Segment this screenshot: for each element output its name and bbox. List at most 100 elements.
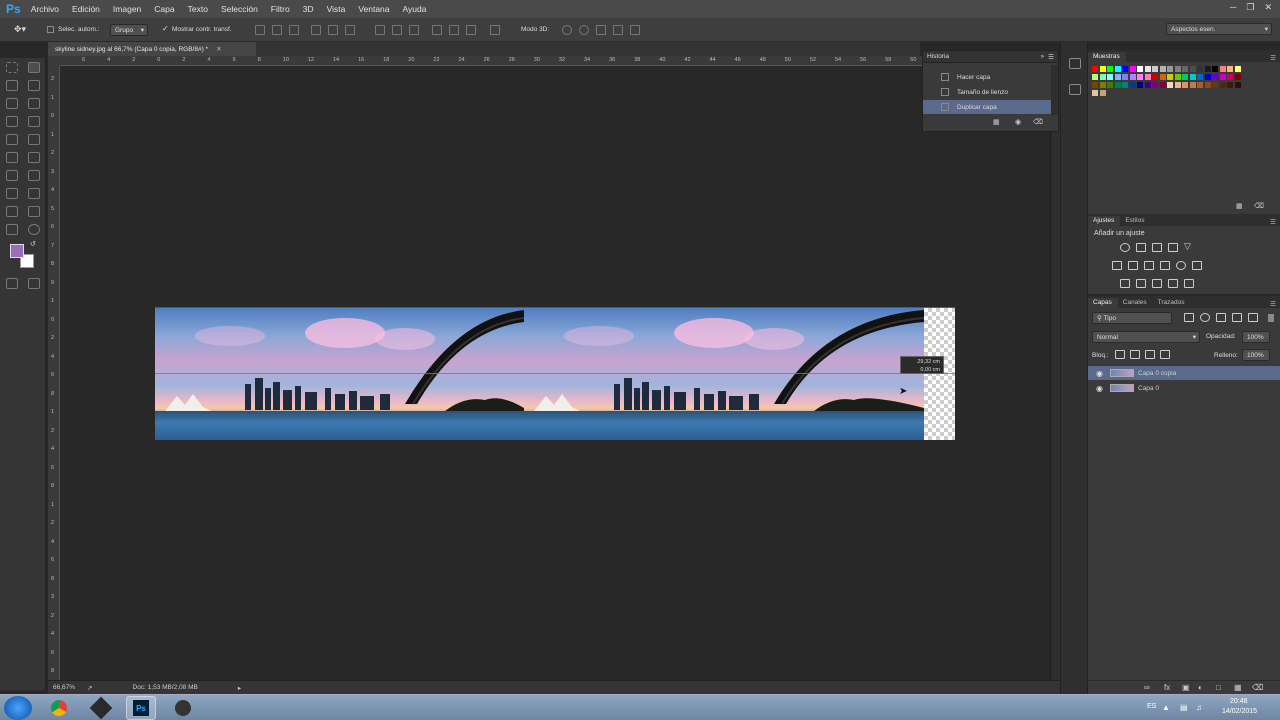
- tab-styles[interactable]: Estilos: [1120, 216, 1150, 226]
- marquee-tool-icon[interactable]: [6, 62, 18, 73]
- history-item-selected[interactable]: Duplicar capa: [923, 100, 1051, 114]
- close-tab-icon[interactable]: ✕: [216, 45, 221, 53]
- distribute-bottom-icon[interactable]: [409, 25, 419, 35]
- color-lookup-icon[interactable]: [1192, 261, 1202, 270]
- hue-saturation-icon[interactable]: [1112, 261, 1122, 270]
- color-swatch[interactable]: [1167, 66, 1173, 72]
- document-tab[interactable]: skyline sidney.jpg al 66,7% (Capa 0 copi…: [48, 42, 256, 56]
- tab-paths[interactable]: Trazados: [1153, 298, 1191, 308]
- brush-tool-icon[interactable]: [28, 116, 40, 127]
- color-swatch[interactable]: [1099, 82, 1106, 88]
- eye-icon[interactable]: ◉: [1096, 369, 1103, 378]
- swap-colors-icon[interactable]: ↺: [30, 240, 36, 248]
- tab-adjustments[interactable]: Ajustes: [1088, 216, 1121, 226]
- menu-3d[interactable]: 3D: [303, 4, 314, 14]
- color-balance-icon[interactable]: [1128, 261, 1138, 270]
- color-swatch[interactable]: [1152, 74, 1158, 80]
- panel-menu-icon[interactable]: ☰: [1048, 53, 1054, 61]
- zoom-tool-icon[interactable]: [28, 224, 40, 235]
- color-swatch[interactable]: [1114, 82, 1121, 88]
- dodge-tool-icon[interactable]: [28, 170, 40, 181]
- photoshop-taskbar-icon[interactable]: Ps: [126, 696, 156, 720]
- color-swatch[interactable]: [1107, 74, 1113, 80]
- scale-3d-icon[interactable]: [630, 25, 640, 35]
- color-swatch[interactable]: [1182, 66, 1188, 72]
- color-swatch[interactable]: [1174, 66, 1181, 72]
- levels-icon[interactable]: [1136, 243, 1146, 252]
- tab-channels[interactable]: Canales: [1118, 298, 1153, 308]
- distribute-vcenter-icon[interactable]: [392, 25, 402, 35]
- lock-transparent-icon[interactable]: [1115, 350, 1125, 359]
- new-layer-icon[interactable]: ▦: [1234, 683, 1242, 692]
- layer-row[interactable]: ◉ Capa 0: [1088, 381, 1280, 395]
- new-swatch-icon[interactable]: ▦: [1236, 202, 1243, 210]
- color-swatch[interactable]: [1234, 66, 1241, 72]
- clock-time[interactable]: 20:48: [1230, 698, 1248, 705]
- ruler-origin[interactable]: [48, 56, 60, 66]
- chrome-icon[interactable]: [44, 696, 74, 720]
- lock-position-icon[interactable]: [1145, 350, 1155, 359]
- swatch-grid[interactable]: [1088, 62, 1280, 122]
- clock-date[interactable]: 14/02/2015: [1222, 708, 1257, 715]
- color-swatch[interactable]: [1219, 74, 1226, 80]
- gradient-tool-icon[interactable]: [28, 152, 40, 163]
- color-swatch[interactable]: [1227, 82, 1233, 88]
- color-swatch[interactable]: [1189, 82, 1196, 88]
- language-indicator[interactable]: ES: [1147, 703, 1156, 710]
- vibrance-icon[interactable]: ▽: [1184, 241, 1194, 252]
- color-swatch[interactable]: [1099, 90, 1106, 96]
- color-swatch[interactable]: [1092, 74, 1098, 80]
- color-swatch[interactable]: [1212, 66, 1218, 72]
- auto-select-checkbox[interactable]: [47, 26, 54, 33]
- history-item[interactable]: Tamaño de lienzo: [923, 85, 1051, 99]
- panel-menu-icon[interactable]: ☰: [1270, 300, 1276, 308]
- blend-mode-dropdown[interactable]: Normal ▾: [1092, 331, 1200, 343]
- lock-all-icon[interactable]: [1160, 350, 1170, 359]
- app-icon[interactable]: [86, 696, 116, 720]
- tray-arrow-icon[interactable]: ▲: [1162, 703, 1170, 712]
- channel-mixer-icon[interactable]: [1176, 261, 1186, 270]
- distribute-hcenter-icon[interactable]: [449, 25, 459, 35]
- move-tool-preset-icon[interactable]: ✥▾: [14, 24, 26, 35]
- color-swatch[interactable]: [1159, 74, 1166, 80]
- color-swatch[interactable]: [1159, 82, 1166, 88]
- gradient-map-icon[interactable]: [1184, 279, 1194, 288]
- color-swatch[interactable]: [1122, 82, 1128, 88]
- layer-style-fx-icon[interactable]: fx: [1164, 683, 1170, 692]
- color-swatch[interactable]: [1204, 82, 1211, 88]
- color-swatch[interactable]: [1152, 66, 1158, 72]
- color-swatch[interactable]: [1114, 66, 1121, 72]
- menu-filtro[interactable]: Filtro: [271, 4, 290, 14]
- align-hcenter-icon[interactable]: [328, 25, 338, 35]
- color-swatch[interactable]: [1234, 82, 1241, 88]
- new-adjustment-layer-icon[interactable]: ◐: [1198, 683, 1203, 692]
- color-swatch[interactable]: [1204, 74, 1211, 80]
- color-swatch[interactable]: [1107, 66, 1113, 72]
- screen-mode-icon[interactable]: [28, 278, 40, 289]
- align-top-icon[interactable]: [255, 25, 265, 35]
- volume-icon[interactable]: ♫: [1196, 703, 1202, 712]
- color-swatch[interactable]: [1167, 82, 1173, 88]
- panel-menu-icon[interactable]: ☰: [1270, 54, 1276, 62]
- color-swatch[interactable]: [1212, 82, 1218, 88]
- menu-texto[interactable]: Texto: [188, 4, 208, 14]
- eraser-tool-icon[interactable]: [6, 152, 18, 163]
- distribute-left-icon[interactable]: [432, 25, 442, 35]
- lasso-tool-icon[interactable]: [6, 80, 18, 91]
- color-swatch[interactable]: [1234, 74, 1241, 80]
- eyedropper-tool-icon[interactable]: [28, 98, 40, 109]
- distribute-top-icon[interactable]: [375, 25, 385, 35]
- layer-image-left[interactable]: [155, 308, 524, 440]
- color-swatch[interactable]: [1167, 74, 1173, 80]
- menu-archivo[interactable]: Archivo: [31, 4, 59, 14]
- close-icon[interactable]: ✕: [1264, 2, 1272, 13]
- add-mask-icon[interactable]: ▣: [1182, 683, 1190, 692]
- color-swatch[interactable]: [1182, 82, 1188, 88]
- black-white-icon[interactable]: [1144, 261, 1154, 270]
- status-menu-arrow-icon[interactable]: ▸: [238, 684, 241, 692]
- type-tool-icon[interactable]: [28, 188, 40, 199]
- checkmark-icon[interactable]: ✓: [162, 24, 169, 33]
- color-swatch[interactable]: [1197, 82, 1203, 88]
- distribute-right-icon[interactable]: [466, 25, 476, 35]
- layer-filter-dropdown[interactable]: ⚲ Tipo: [1092, 312, 1172, 324]
